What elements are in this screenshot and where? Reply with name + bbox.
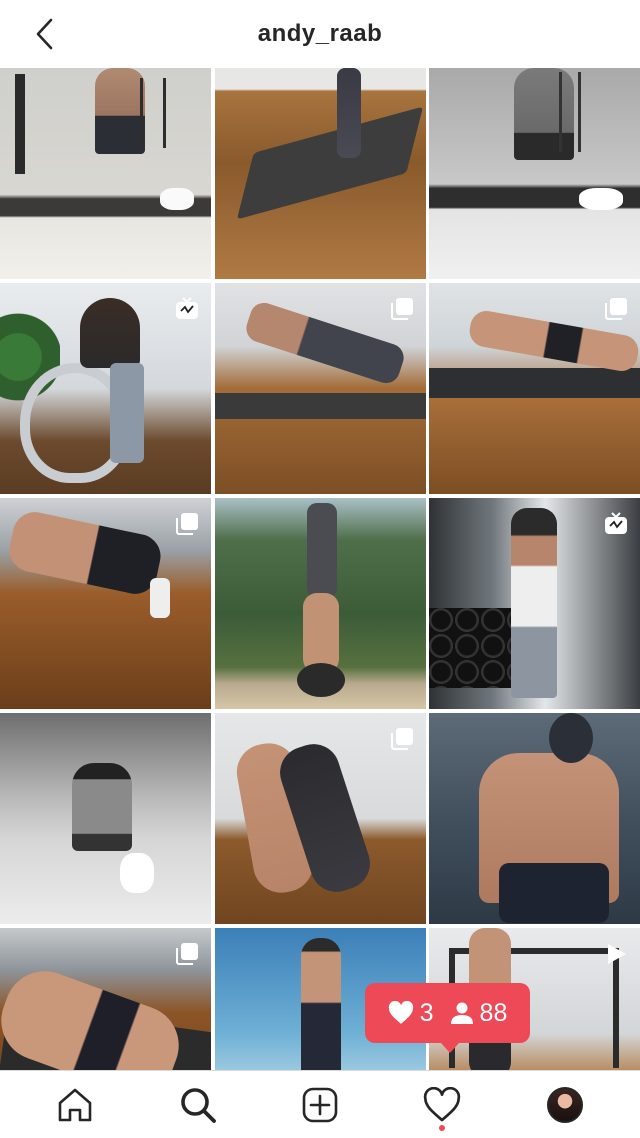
post-thumbnail[interactable] (0, 498, 211, 709)
post-thumbnail[interactable] (0, 283, 211, 494)
carousel-icon (605, 298, 627, 320)
new-post-icon (302, 1087, 338, 1122)
igtv-icon (605, 512, 627, 534)
post-thumbnail[interactable] (429, 498, 640, 709)
carousel-icon (176, 943, 198, 965)
person-icon (450, 1002, 473, 1024)
post-thumbnail[interactable] (429, 68, 640, 279)
post-thumbnail[interactable] (0, 68, 211, 279)
heart-icon (388, 1001, 413, 1024)
video-icon (608, 944, 626, 964)
home-icon (58, 1088, 92, 1121)
carousel-icon (390, 728, 413, 750)
post-thumbnail[interactable] (214, 498, 426, 709)
top-bar: andy_raab (0, 0, 640, 68)
profile-feed-screen: andy_raab 3 88 (0, 0, 640, 1138)
post-thumbnail[interactable] (429, 283, 640, 494)
page-title: andy_raab (257, 20, 383, 47)
post-thumbnail[interactable] (214, 713, 426, 924)
notification-dot (439, 1124, 446, 1131)
profile-avatar (546, 1086, 583, 1123)
followers-count: 88 (479, 998, 508, 1027)
carousel-icon (390, 298, 413, 320)
likes-count: 3 (419, 998, 434, 1027)
post-thumbnail[interactable] (0, 713, 211, 924)
nav-profile[interactable] (533, 1073, 597, 1137)
back-button[interactable] (22, 14, 66, 54)
activity-icon (424, 1086, 461, 1121)
nav-search[interactable] (166, 1073, 230, 1137)
post-thumbnail[interactable] (429, 713, 640, 924)
post-thumbnail[interactable] (214, 283, 426, 494)
activity-bubble[interactable]: 3 88 (365, 983, 530, 1043)
chevron-left-icon (36, 18, 53, 50)
bottom-navigation (0, 1070, 640, 1138)
nav-activity[interactable] (410, 1073, 474, 1137)
activity-bubble-tail (441, 1043, 459, 1053)
nav-home[interactable] (43, 1073, 107, 1137)
carousel-icon (176, 513, 198, 535)
photo-grid (0, 68, 640, 1138)
search-icon (180, 1087, 216, 1123)
igtv-icon (176, 297, 198, 319)
likes-group: 3 (388, 999, 434, 1028)
nav-new-post[interactable] (288, 1073, 352, 1137)
followers-group: 88 (450, 998, 508, 1028)
post-thumbnail[interactable] (214, 68, 426, 279)
